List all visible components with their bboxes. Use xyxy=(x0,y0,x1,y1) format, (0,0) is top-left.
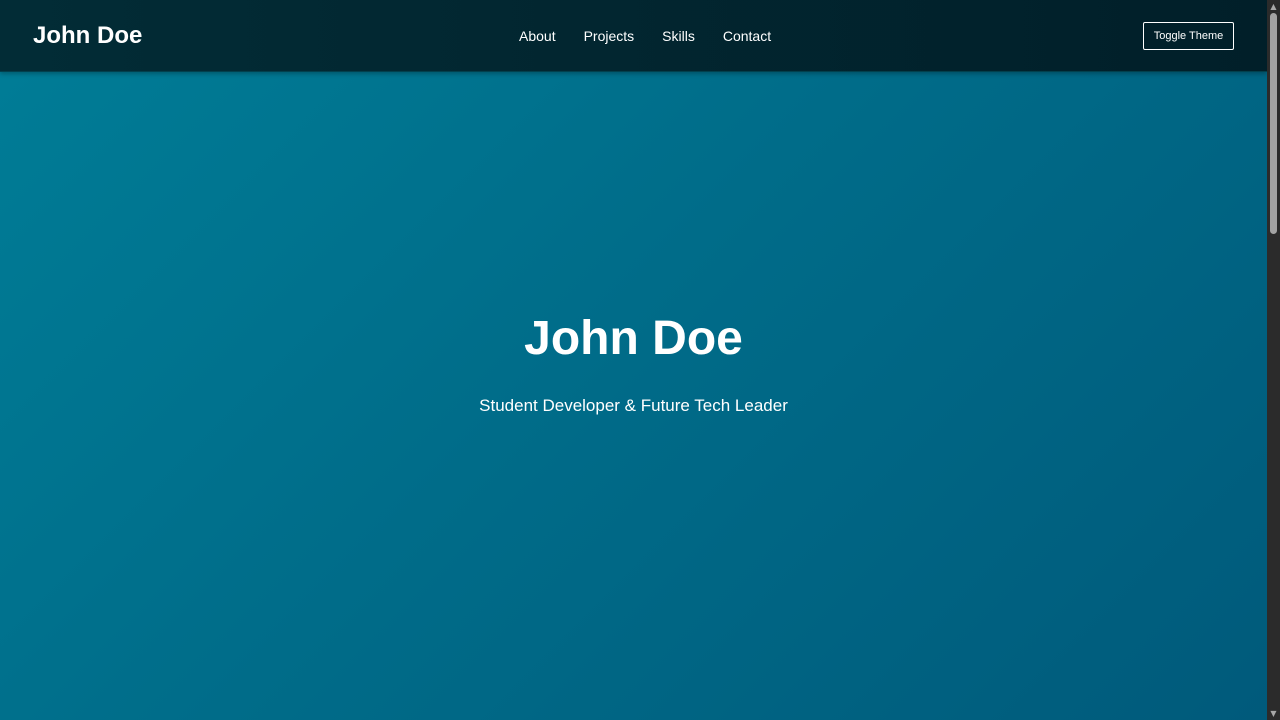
scroll-up-arrow-icon[interactable]: ▲ xyxy=(1267,0,1280,13)
hero-subtitle: Student Developer & Future Tech Leader xyxy=(479,396,788,415)
nav-link-projects[interactable]: Projects xyxy=(570,25,649,47)
nav-link-skills[interactable]: Skills xyxy=(648,25,709,47)
scroll-down-arrow-icon[interactable]: ▼ xyxy=(1267,707,1280,720)
toggle-theme-button[interactable]: Toggle Theme xyxy=(1143,22,1234,50)
nav-link-contact[interactable]: Contact xyxy=(709,25,785,47)
nav-links: About Projects Skills Contact xyxy=(505,25,785,47)
page: John Doe About Projects Skills Contact T… xyxy=(0,0,1267,720)
vertical-scrollbar[interactable]: ▲ ▼ xyxy=(1267,0,1280,720)
nav-link-about[interactable]: About xyxy=(505,25,570,47)
site-brand[interactable]: John Doe xyxy=(33,20,142,52)
navbar: John Doe About Projects Skills Contact T… xyxy=(0,0,1267,72)
hero-section: John Doe Student Developer & Future Tech… xyxy=(0,72,1267,720)
hero-title: John Doe xyxy=(524,312,743,365)
scrollbar-thumb[interactable] xyxy=(1270,13,1277,234)
